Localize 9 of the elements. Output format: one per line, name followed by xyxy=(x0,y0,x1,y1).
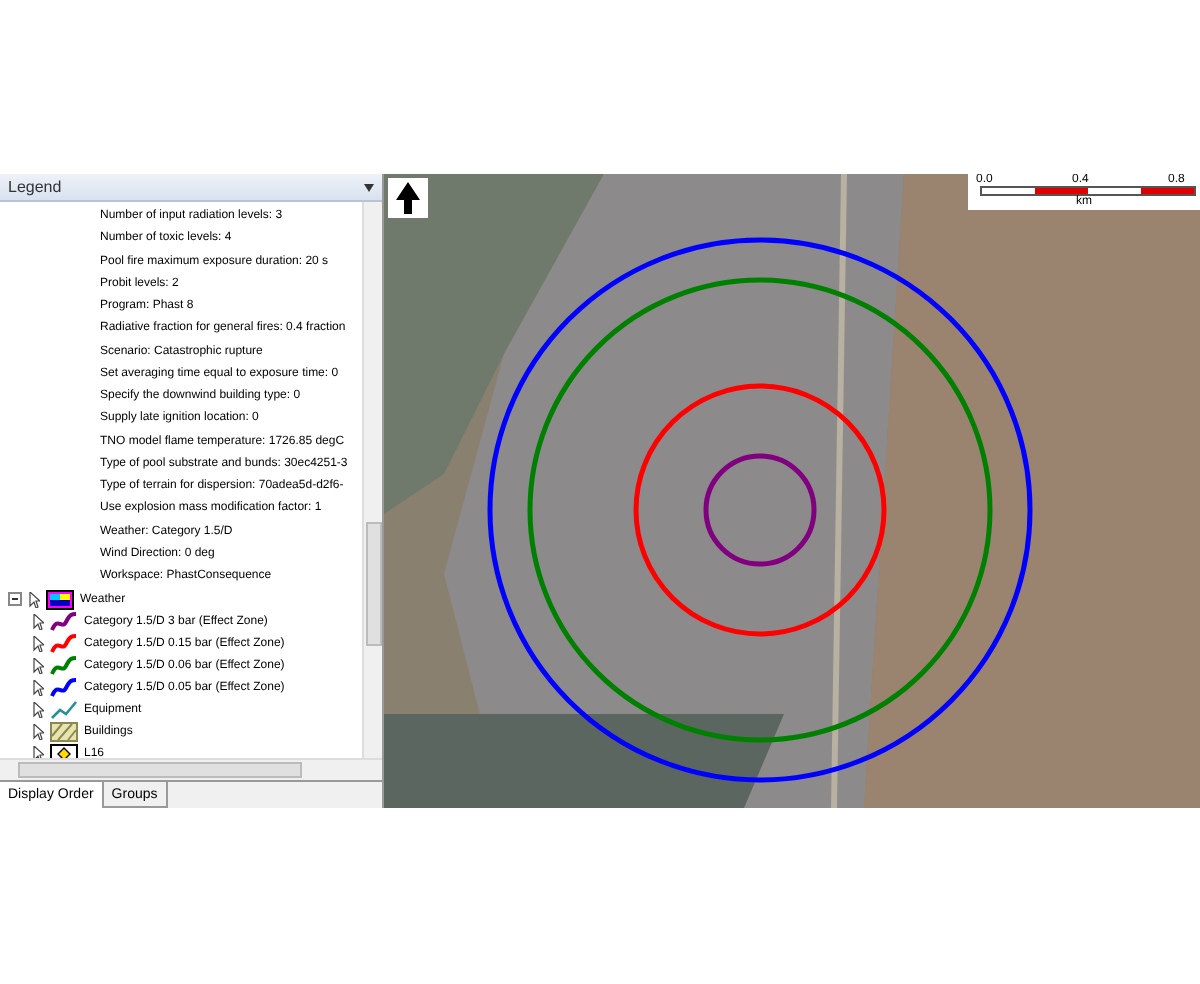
layer-icon xyxy=(46,589,74,610)
diamond-icon xyxy=(50,743,78,758)
vertical-scrollbar[interactable] xyxy=(362,202,382,758)
collapse-toggle-icon[interactable] xyxy=(8,592,22,607)
panel-title: Legend xyxy=(8,178,62,196)
line-icon xyxy=(50,699,78,720)
hatched-area-icon xyxy=(50,721,78,742)
horizontal-scrollbar[interactable] xyxy=(0,758,382,780)
dropdown-icon[interactable] xyxy=(364,183,374,191)
